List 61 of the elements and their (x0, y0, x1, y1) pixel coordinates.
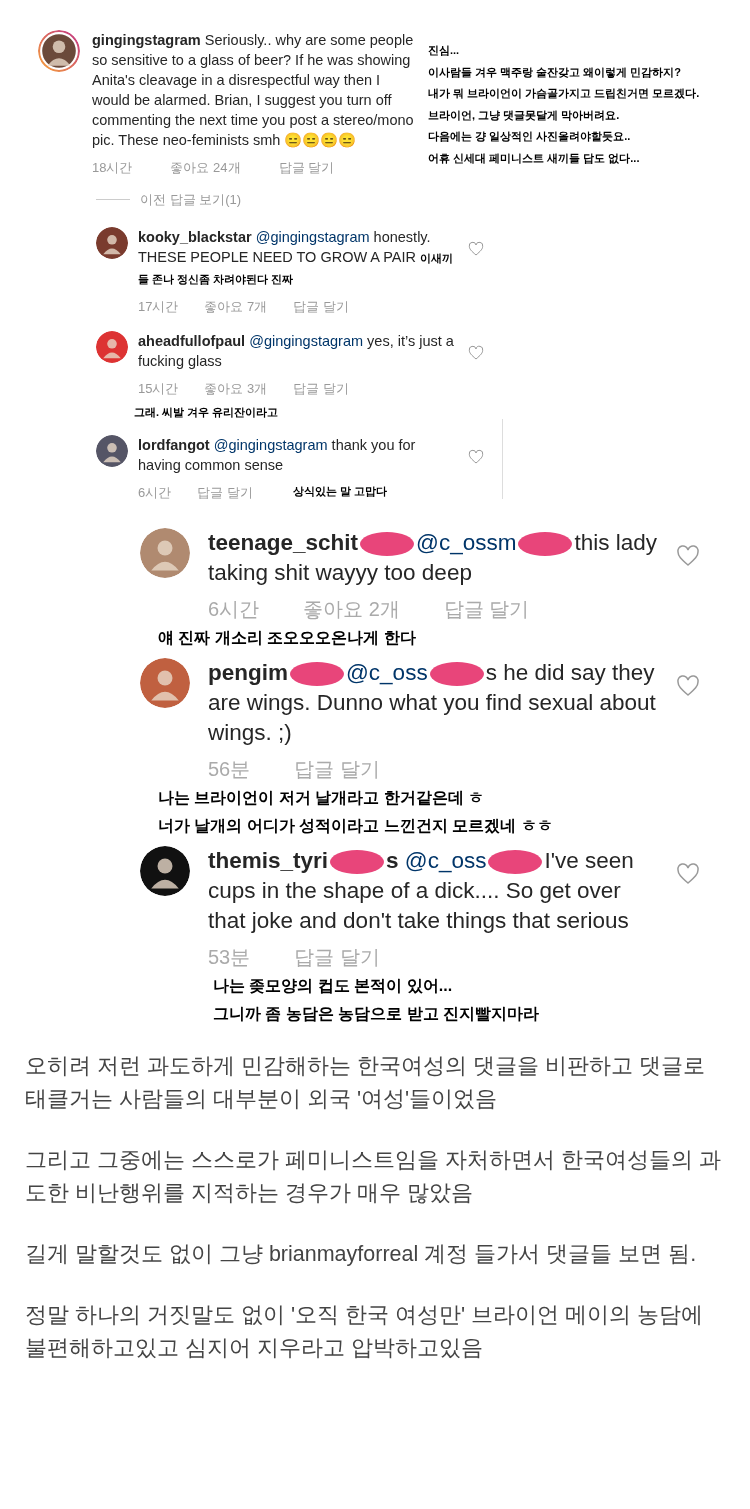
heart-icon[interactable] (676, 674, 700, 698)
timestamp: 53분 (208, 945, 251, 970)
translation-text: 상식있는 말 고맙다 (292, 483, 387, 499)
mention-link[interactable]: @gingingstagram (213, 436, 328, 453)
timestamp: 6시간 (208, 597, 260, 622)
mention-link[interactable]: @gingingstagram (255, 229, 370, 245)
translation-text: 브라이언, 그냥 댓글못달게 막아버려요. (428, 107, 621, 123)
heart-icon[interactable] (676, 544, 700, 568)
redaction-mark (518, 532, 573, 557)
avatar[interactable] (96, 434, 128, 467)
avatar[interactable] (38, 30, 80, 72)
paragraph: 그리고 그중에는 스스로가 페미니스트임을 자처하면서 한국여성들의 과도한 비난행위를 지적하는 경우가 매우 많았음 (25, 1147, 722, 1207)
translation-text: 그니까 좀 농담은 농담으로 받고 진지빨지마라 (213, 1004, 541, 1024)
timestamp: 17시간 (138, 298, 179, 316)
timestamp: 56분 (208, 757, 251, 782)
heart-icon[interactable] (468, 241, 484, 257)
mention-link[interactable]: @c_oss (404, 848, 487, 873)
redaction-mark (429, 662, 484, 687)
mention-link[interactable]: @c_ossm (416, 530, 517, 555)
translation-text: 이사람들 겨우 맥주랑 술잔갖고 왜이렇게 민감하지? (428, 64, 682, 80)
heart-icon[interactable] (676, 862, 700, 886)
heart-icon[interactable] (468, 448, 484, 465)
translation-text: 어휴 신세대 페미니스트 새끼들 답도 없다... (428, 150, 641, 166)
timestamp: 18시간 (92, 159, 133, 177)
username-link[interactable]: lordfangot (138, 436, 210, 453)
mention-link[interactable]: @c_oss (346, 660, 428, 685)
comment-text: gingingstagram Seriously.. why are some people so sensitive to a glass of beer? If he was showing Anita's cleavage in a disrespectful way then I would be alarmed. Brian, I suggest you turn off commenting the next time you post a stereo/mono pic. These neo-feminists smh 😑😑😑😑 (92, 31, 415, 150)
translation-text: 그래. 씨발 겨우 유리잔이라고 (134, 405, 280, 420)
comment-text: themis_tyri s @c_oss I've seen cups in the shape of a dick.... So get over that joke and don't take things that serious (208, 847, 635, 935)
translation-text: 나는 좆모양의 컵도 본적이 있어... (213, 976, 454, 996)
translation-text: 다음에는 걍 일상적인 사진올려야할듯요.. (428, 129, 632, 144)
username-link[interactable]: gingingstagram (92, 32, 201, 48)
translation-text: 얘 진짜 개소리 조오오오온나게 한다 (158, 628, 417, 648)
translation-text: 너가 날개의 어디가 성적이라고 느낀건지 모르겠네 ㅎㅎ (158, 816, 554, 836)
avatar[interactable] (140, 846, 190, 896)
redaction-mark (330, 850, 385, 875)
translation-text: 진심... (428, 43, 461, 58)
paragraph: 정말 하나의 거짓말도 없이 '오직 한국 여성만' 브라이언 메이의 농담에 불편해하고있고 심지어 지우라고 압박하고있음 (25, 1302, 704, 1362)
username-link[interactable]: s (386, 848, 399, 873)
paragraph: 길게 말할것도 없이 그냥 brianmayforreal 계정 들가서 댓글들 보면 됨. (25, 1241, 698, 1268)
comment-text: teenage_schit @c_ossm this lady taking shit wayyy too deep (208, 529, 658, 587)
redaction-mark (360, 532, 415, 557)
translation-text: 내가 뭐 브라이언이 가슴골가지고 드립친거면 모르겠다. (428, 86, 700, 101)
comment-text: kooky_blackstar @gingingstagram honestly. THESE PEOPLE NEED TO GROW A PAIR 이새끼들 존나 정신좀 차려야된다 진짜 (138, 228, 454, 287)
timestamp: 6시간 (138, 483, 172, 502)
username-link[interactable]: aheadfullofpaul (138, 332, 246, 349)
paragraph: 오히려 저런 과도하게 민감해하는 한국여성의 댓글을 비판하고 댓글로 태클거는 사람들의 대부분이 외국 '여성'들이었음 (25, 1053, 706, 1113)
username-link[interactable]: pengim (208, 660, 288, 685)
heart-icon[interactable] (468, 344, 484, 361)
comment-text: aheadfullofpaul @gingingstagram yes, it’s just a fucking glass (138, 331, 455, 371)
timestamp: 15시간 (138, 379, 179, 398)
username-link[interactable]: kooky_blackstar (138, 229, 252, 245)
translation-text: 나는 브라이언이 저거 날개라고 한거같은데 ㅎ (158, 788, 486, 808)
mention-link[interactable]: @gingingstagram (249, 332, 364, 349)
avatar[interactable] (96, 227, 128, 259)
username-link[interactable]: themis_tyri (208, 848, 329, 873)
comment-text: pengim @c_oss s he did say they are wings. Dunno what you find sexual about wings. ;) (208, 659, 657, 747)
comment-text: lordfangot @gingingstagram thank you for having common sense (138, 435, 417, 475)
redaction-mark (290, 662, 344, 687)
username-link[interactable]: teenage_schit (208, 530, 359, 555)
redaction-mark (488, 850, 543, 875)
